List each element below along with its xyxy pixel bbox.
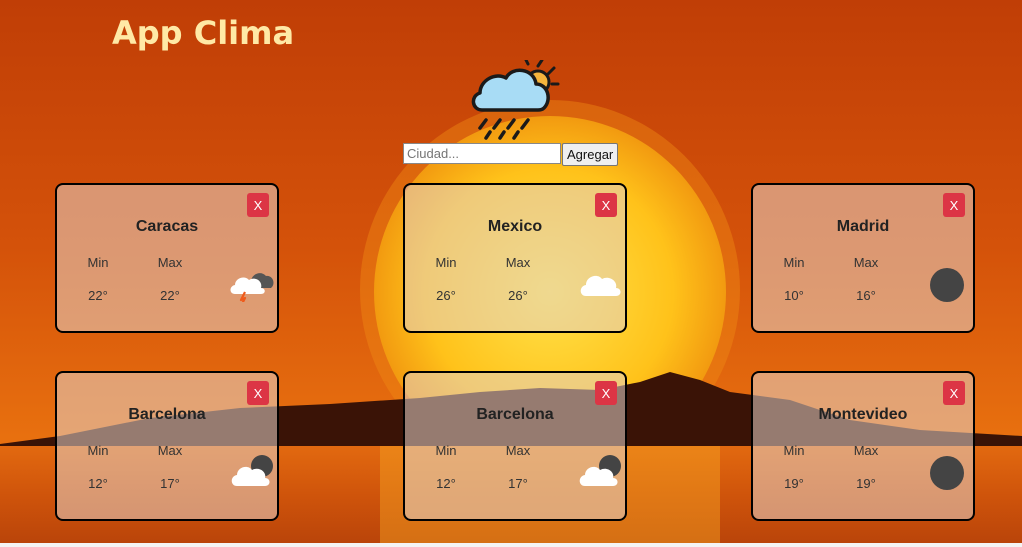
max-label: Max: [157, 255, 183, 270]
close-card-button[interactable]: X: [247, 193, 269, 217]
max-temp: 16°: [856, 288, 876, 303]
weather-card: X Barcelona Min Max 12° 17°: [403, 371, 627, 521]
app-title: App Clima: [112, 14, 295, 52]
max-temp: 26°: [508, 288, 528, 303]
partly-cloudy-night-icon: [231, 455, 273, 486]
partly-cloudy-night-icon: [579, 455, 621, 486]
close-card-button[interactable]: X: [247, 381, 269, 405]
min-temp: 12°: [436, 476, 456, 491]
max-temp: 17°: [160, 476, 180, 491]
city-name: Caracas: [135, 218, 199, 235]
max-temp: 19°: [856, 476, 876, 491]
max-temp: 22°: [160, 288, 180, 303]
min-label: Min: [87, 443, 109, 458]
min-temp: 19°: [784, 476, 804, 491]
weather-logo-icon: [471, 60, 560, 140]
cloud-icon: [580, 275, 621, 296]
max-temp: 17°: [508, 476, 528, 491]
max-label: Max: [505, 443, 531, 458]
close-card-button[interactable]: X: [943, 381, 965, 405]
min-temp: 26°: [436, 288, 456, 303]
close-card-button[interactable]: X: [943, 193, 965, 217]
min-label: Min: [87, 255, 109, 270]
city-name: Mexico: [487, 218, 543, 235]
max-label: Max: [505, 255, 531, 270]
clear-night-icon: [930, 268, 964, 302]
min-temp: 12°: [88, 476, 108, 491]
max-label: Max: [853, 255, 879, 270]
city-name: Barcelona: [128, 406, 206, 423]
search-form: Agregar: [403, 143, 619, 166]
max-label: Max: [157, 443, 183, 458]
min-label: Min: [783, 255, 805, 270]
weather-card: X Barcelona Min Max 12° 17°: [55, 371, 279, 521]
city-name: Montevideo: [818, 406, 908, 423]
min-temp: 22°: [88, 288, 108, 303]
max-label: Max: [853, 443, 879, 458]
city-name: Madrid: [836, 218, 890, 235]
min-label: Min: [783, 443, 805, 458]
clear-night-icon: [930, 456, 964, 490]
city-name: Barcelona: [476, 406, 554, 423]
min-label: Min: [435, 443, 457, 458]
weather-card: X Caracas Min Max 22° 22°: [55, 183, 279, 333]
weather-card: X Montevideo Min Max 19° 19°: [751, 371, 975, 521]
city-search-input[interactable]: [403, 143, 561, 164]
min-temp: 10°: [784, 288, 804, 303]
thunderstorm-icon: [230, 273, 274, 302]
close-card-button[interactable]: X: [595, 381, 617, 405]
min-label: Min: [435, 255, 457, 270]
close-card-button[interactable]: X: [595, 193, 617, 217]
weather-card: X Madrid Min Max 10° 16°: [751, 183, 975, 333]
add-city-button[interactable]: Agregar: [562, 143, 619, 166]
weather-card: X Mexico Min Max 26° 26°: [403, 183, 627, 333]
